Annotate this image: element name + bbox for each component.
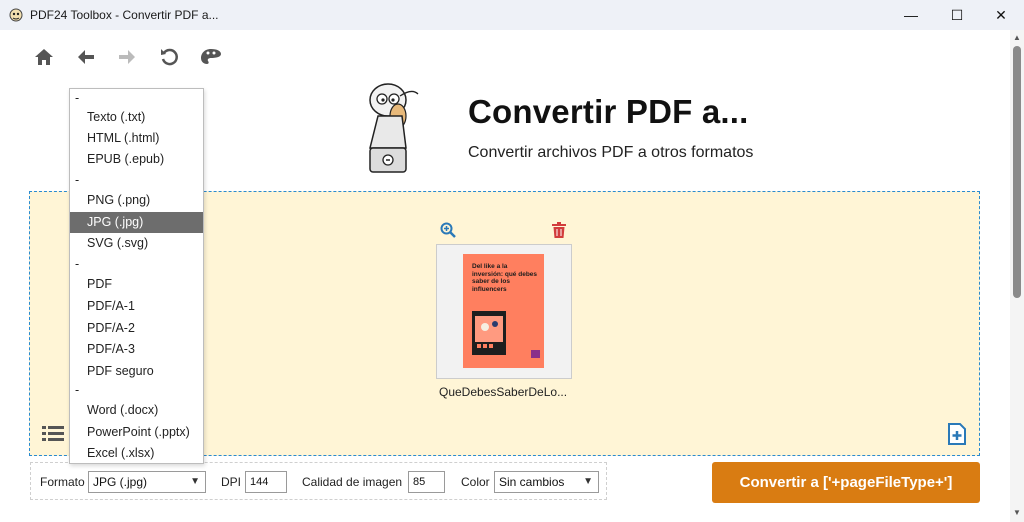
page-subtitle: Convertir archivos PDF a otros formatos xyxy=(468,144,754,161)
list-view-icon[interactable] xyxy=(42,425,64,443)
color-select-value: Sin cambios xyxy=(499,475,565,489)
menu-item-pdf[interactable]: PDF xyxy=(70,274,203,295)
image-quality-label: Calidad de imagen xyxy=(302,475,403,489)
menu-item-secure-pdf[interactable]: PDF seguro xyxy=(70,361,203,382)
scroll-down-icon[interactable]: ▼ xyxy=(1012,508,1022,518)
forward-arrow-icon[interactable] xyxy=(116,46,138,68)
menu-item-txt[interactable]: Texto (.txt) xyxy=(70,107,203,128)
thumbnail-title: Del like a la inversión: qué debes saber… xyxy=(472,263,538,293)
color-label: Color xyxy=(461,475,490,489)
scrollbar-thumb[interactable] xyxy=(1013,46,1021,298)
menu-item-epub[interactable]: EPUB (.epub) xyxy=(70,149,203,170)
menu-item-docx[interactable]: Word (.docx) xyxy=(70,400,203,421)
menu-item-xlsx[interactable]: Excel (.xlsx) xyxy=(70,443,203,464)
format-select[interactable]: JPG (.jpg) ▼ xyxy=(88,471,206,493)
trash-icon[interactable] xyxy=(552,222,566,238)
chevron-down-icon: ▼ xyxy=(190,476,200,487)
minimize-button[interactable]: — xyxy=(888,0,934,30)
home-icon[interactable] xyxy=(33,46,55,68)
format-select-value: JPG (.jpg) xyxy=(93,475,148,489)
theme-palette-icon[interactable] xyxy=(200,46,222,68)
menu-separator: - xyxy=(75,257,80,271)
chevron-down-icon: ▼ xyxy=(583,476,593,487)
mascot-illustration xyxy=(369,83,419,173)
menu-item-pdfa2[interactable]: PDF/A-2 xyxy=(70,318,203,339)
menu-item-png[interactable]: PNG (.png) xyxy=(70,190,203,211)
pdf24-app-icon xyxy=(9,8,23,22)
color-select[interactable]: Sin cambios ▼ xyxy=(494,471,599,493)
maximize-button[interactable]: ☐ xyxy=(934,0,980,30)
reload-icon[interactable] xyxy=(158,46,180,68)
dpi-input[interactable]: 144 xyxy=(245,471,287,493)
maximize-icon: ☐ xyxy=(950,6,964,23)
menu-item-pdfa3[interactable]: PDF/A-3 xyxy=(70,339,203,360)
menu-separator: - xyxy=(75,173,80,187)
zoom-in-icon[interactable] xyxy=(440,222,456,238)
menu-separator: - xyxy=(75,91,80,105)
close-icon: ✕ xyxy=(995,6,1007,23)
file-name: QueDebesSaberDeLo... xyxy=(439,385,568,399)
close-button[interactable]: ✕ xyxy=(978,0,1024,30)
menu-separator: - xyxy=(75,383,80,397)
convert-button[interactable]: Convertir a ['+pageFileType+'] xyxy=(712,462,980,503)
scroll-up-icon[interactable]: ▲ xyxy=(1012,33,1022,43)
menu-item-jpg[interactable]: JPG (.jpg) xyxy=(70,212,203,233)
back-arrow-icon[interactable] xyxy=(75,46,97,68)
format-dropdown-menu: - Texto (.txt) HTML (.html) EPUB (.epub)… xyxy=(69,88,204,464)
dpi-label: DPI xyxy=(221,475,242,489)
menu-item-html[interactable]: HTML (.html) xyxy=(70,128,203,149)
image-quality-input[interactable]: 85 xyxy=(408,471,445,493)
window-title: PDF24 Toolbox - Convertir PDF a... xyxy=(30,8,219,22)
add-file-icon[interactable] xyxy=(947,423,967,445)
menu-item-pptx[interactable]: PowerPoint (.pptx) xyxy=(70,422,203,443)
menu-item-pdfa1[interactable]: PDF/A-1 xyxy=(70,296,203,317)
page-title: Convertir PDF a... xyxy=(468,93,749,130)
minimize-icon: — xyxy=(904,7,918,23)
format-label: Formato xyxy=(40,475,85,489)
menu-item-svg[interactable]: SVG (.svg) xyxy=(70,233,203,254)
title-bar: PDF24 Toolbox - Convertir PDF a... — ☐ ✕ xyxy=(0,0,1024,30)
